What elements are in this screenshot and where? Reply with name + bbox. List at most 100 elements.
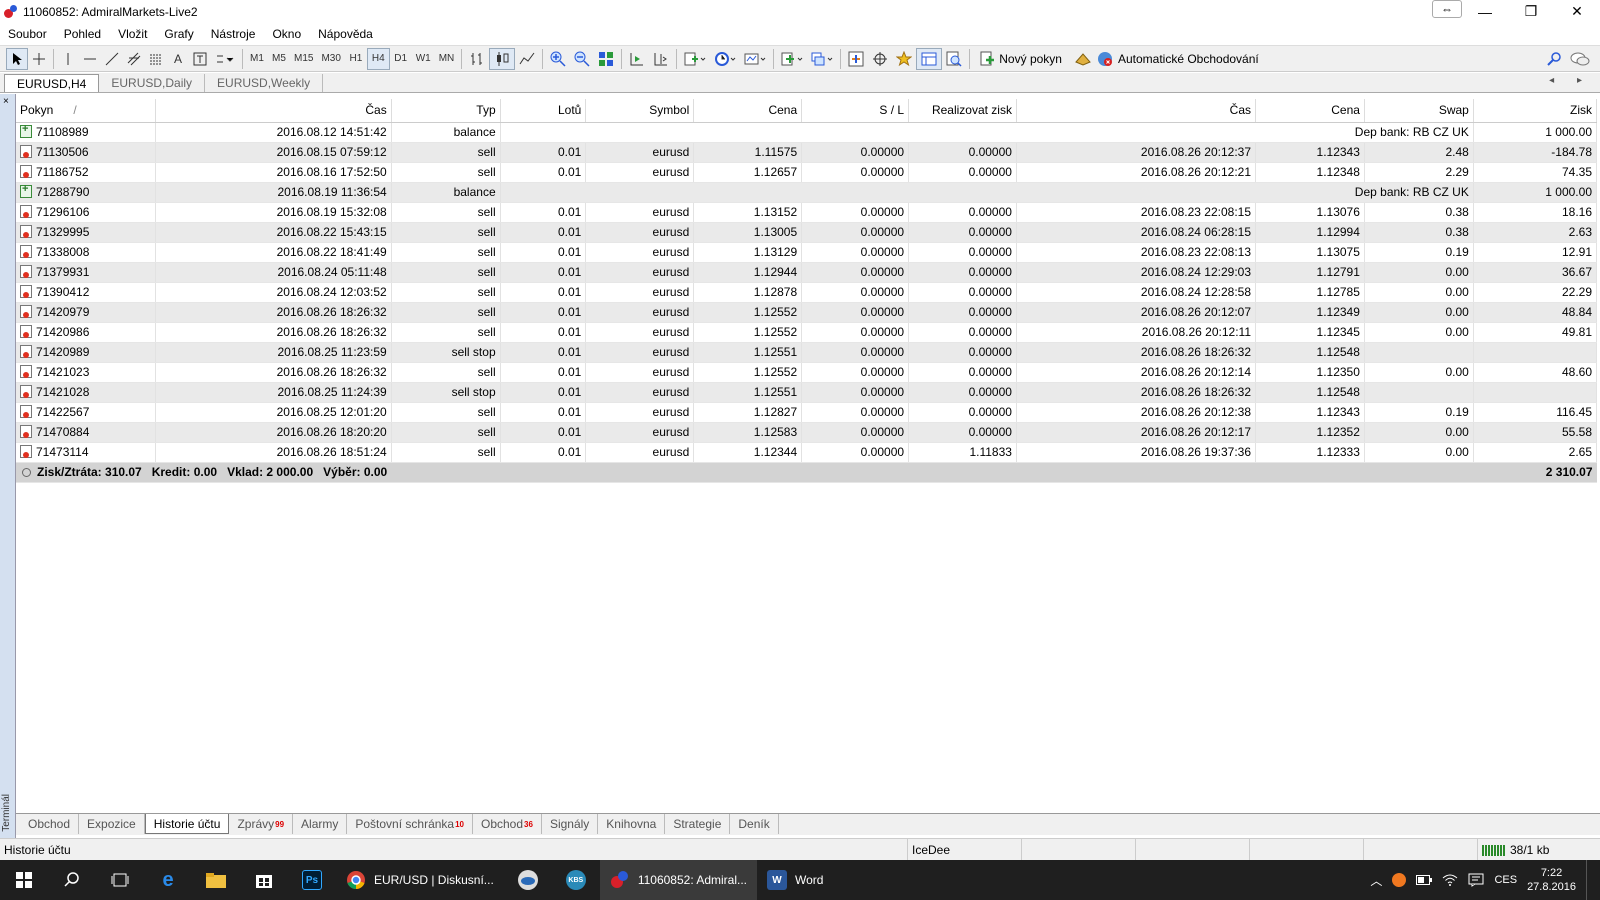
menu-pohled[interactable]: Pohled [56, 27, 110, 41]
text-label-icon[interactable] [189, 48, 211, 70]
line-chart-icon[interactable] [515, 48, 539, 70]
table-row[interactable]: 71420989 2016.08.25 11:23:59 sell stop 0.01… [16, 342, 1598, 363]
file-explorer-icon[interactable] [192, 860, 240, 900]
templates-icon[interactable] [740, 48, 770, 70]
column-header-time[interactable]: Čas [155, 99, 392, 123]
crosshair-icon[interactable] [28, 48, 50, 70]
table-row[interactable]: 71473114 2016.08.26 18:51:24 sell 0.01 eurus… [16, 442, 1598, 463]
avast-icon[interactable] [1392, 873, 1407, 887]
timeframe-h1[interactable]: H1 [345, 48, 367, 70]
new-chart-icon[interactable] [777, 48, 807, 70]
table-row[interactable]: 712887902016.08.19 11:36:54balanceDep ba… [16, 182, 1598, 203]
table-row[interactable]: 71296106 2016.08.19 15:32:08 sell 0.01 eurus… [16, 202, 1598, 223]
column-header-price[interactable]: Cena [693, 99, 803, 123]
cursor-icon[interactable] [6, 47, 28, 70]
column-header-tp[interactable]: Realizovat zisk [908, 99, 1017, 123]
zoom-out-icon[interactable] [570, 48, 594, 70]
table-row[interactable]: 71390412 2016.08.24 12:03:52 sell 0.01 eurus… [16, 282, 1598, 303]
profiles-icon[interactable] [807, 48, 837, 70]
show-desktop-button[interactable] [1586, 860, 1590, 900]
fibonacci-icon[interactable] [145, 48, 167, 70]
table-row[interactable]: 711089892016.08.12 14:51:42balanceDep ba… [16, 122, 1598, 143]
navigator-icon[interactable] [892, 48, 916, 70]
timeframe-mn[interactable]: MN [435, 48, 459, 70]
periods-icon[interactable] [710, 48, 740, 70]
table-row[interactable]: 71421028 2016.08.25 11:24:39 sell stop 0.01… [16, 382, 1598, 403]
close-button[interactable]: ✕ [1554, 0, 1600, 23]
table-row[interactable]: 71329995 2016.08.22 15:43:15 sell 0.01 eurus… [16, 222, 1598, 243]
terminal-tab[interactable]: Deník [730, 814, 779, 834]
notification-icon[interactable] [1468, 873, 1484, 887]
menu-soubor[interactable]: Soubor [0, 27, 56, 41]
terminal-icon[interactable] [916, 47, 943, 70]
table-row[interactable]: 71421023 2016.08.26 18:26:32 sell 0.01 eurus… [16, 362, 1598, 383]
timeframe-w1[interactable]: W1 [412, 48, 435, 70]
table-row[interactable]: 71186752 2016.08.16 17:52:50 sell 0.01 eurus… [16, 162, 1598, 183]
terminal-tab[interactable]: Strategie [665, 814, 731, 834]
taskbar-app-word[interactable]: W Word [757, 860, 837, 900]
arrows-icon[interactable] [211, 48, 239, 70]
chevron-up-icon[interactable]: ︿ [1370, 872, 1382, 889]
terminal-tab[interactable]: Obchod 36 [473, 814, 542, 834]
column-header-symbol[interactable]: Symbol [585, 99, 695, 123]
channel-icon[interactable] [123, 48, 145, 70]
minimize-button[interactable]: — [1462, 0, 1508, 23]
taskbar-app-metatrader[interactable]: 11060852: Admiral... [599, 860, 757, 900]
battery-icon[interactable] [1416, 875, 1433, 885]
column-header-type[interactable]: Typ [391, 99, 501, 123]
text-tool-icon[interactable]: A [167, 48, 189, 70]
terminal-tab[interactable]: Historie účtu [144, 814, 230, 834]
table-row[interactable]: 71420979 2016.08.26 18:26:32 sell 0.01 eurus… [16, 302, 1598, 323]
timeframe-m1[interactable]: M1 [246, 48, 268, 70]
vertical-line-icon[interactable] [57, 48, 79, 70]
trendline-icon[interactable] [101, 48, 123, 70]
candlestick-icon[interactable] [489, 47, 516, 70]
taskbar-app-chrome[interactable]: EUR/USD | Diskusní... [336, 860, 504, 900]
tab-scroll-arrows[interactable]: ◂ ▸ [1549, 75, 1592, 86]
column-header-lots[interactable]: Lotů [500, 99, 587, 123]
terminal-tab[interactable]: Signály [542, 814, 599, 834]
chart-tab-eurusd-weekly[interactable]: EURUSD,Weekly [205, 74, 324, 92]
bar-chart-icon[interactable] [465, 48, 489, 70]
data-window-icon[interactable] [868, 48, 892, 70]
onedrive-icon[interactable] [504, 860, 552, 900]
terminal-tab[interactable]: Obchod [20, 814, 80, 834]
search-taskbar-icon[interactable] [48, 860, 96, 900]
chart-tab-eurusd-daily[interactable]: EURUSD,Daily [99, 74, 206, 92]
auto-trading-button[interactable]: Automatické Obchodování [1068, 48, 1265, 70]
timeframe-m15[interactable]: M15 [290, 48, 317, 70]
table-row[interactable]: 71379931 2016.08.24 05:11:48 sell 0.01 eurus… [16, 262, 1598, 283]
indicators-icon[interactable] [680, 48, 710, 70]
edge-icon[interactable]: e [144, 860, 192, 900]
market-watch-icon[interactable] [844, 48, 868, 70]
terminal-tab[interactable]: Zprávy 99 [229, 814, 294, 834]
chat-icon[interactable] [1566, 48, 1594, 70]
timeframe-h4[interactable]: H4 [366, 47, 390, 70]
column-header-profit[interactable]: Zisk [1473, 99, 1598, 123]
menu-vlozit[interactable]: Vložit [110, 27, 156, 41]
table-row[interactable]: 71130506 2016.08.15 07:59:12 sell 0.01 eurus… [16, 142, 1598, 163]
tile-windows-icon[interactable] [594, 48, 618, 70]
terminal-tab[interactable]: Expozice [79, 814, 145, 834]
table-row[interactable]: 71422567 2016.08.25 12:01:20 sell 0.01 eurus… [16, 402, 1598, 423]
column-header-close-price[interactable]: Cena [1255, 99, 1365, 123]
timeframe-m5[interactable]: M5 [268, 48, 290, 70]
restore-button[interactable]: ❐ [1508, 0, 1554, 23]
terminal-tab[interactable]: Knihovna [598, 814, 666, 834]
horizontal-line-icon[interactable] [79, 48, 101, 70]
table-row[interactable]: 71470884 2016.08.26 18:20:20 sell 0.01 eurus… [16, 422, 1598, 443]
connection-status[interactable]: 38/1 kb [1478, 839, 1549, 861]
resize-icon[interactable]: ⇔ [1432, 0, 1462, 18]
menu-okno[interactable]: Okno [264, 27, 310, 41]
table-row[interactable]: 71338008 2016.08.22 18:41:49 sell 0.01 eurus… [16, 242, 1598, 263]
wifi-icon[interactable] [1442, 874, 1458, 886]
autoscroll-icon[interactable] [625, 48, 649, 70]
timeframe-m30[interactable]: M30 [317, 48, 344, 70]
store-icon[interactable] [240, 860, 288, 900]
column-header-order[interactable]: Pokyn / [16, 99, 156, 123]
menu-grafy[interactable]: Grafy [156, 27, 202, 41]
terminal-close-icon[interactable]: × [3, 96, 9, 107]
table-row[interactable]: 71420986 2016.08.26 18:26:32 sell 0.01 eurus… [16, 322, 1598, 343]
new-order-button[interactable]: Nový pokyn [973, 48, 1068, 70]
menu-napoveda[interactable]: Nápověda [310, 27, 382, 41]
